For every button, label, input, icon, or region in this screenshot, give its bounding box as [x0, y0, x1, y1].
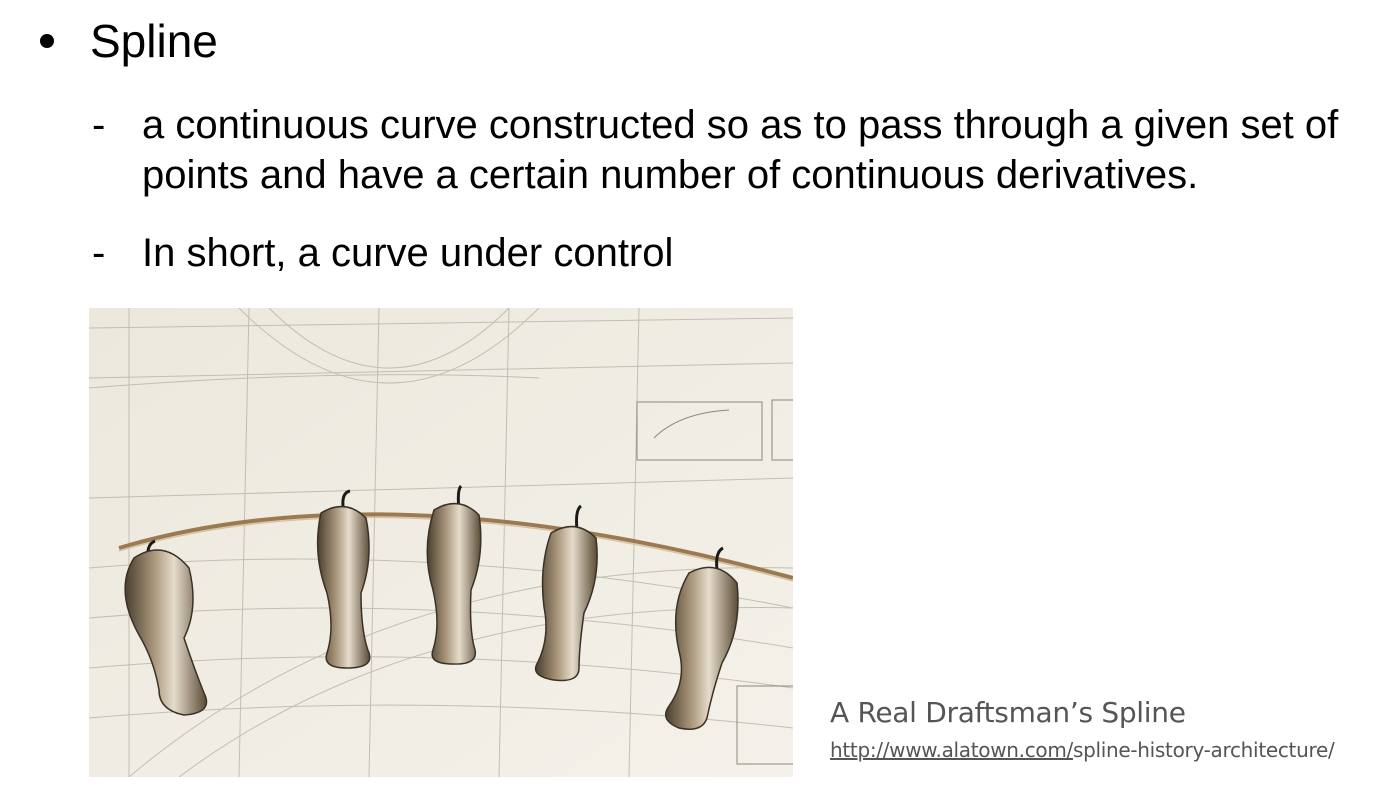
draftsman-spline-photo: [89, 308, 793, 777]
dash-marker: -: [92, 103, 106, 147]
source-link[interactable]: http://www.alatown.com/spline-history-ar…: [830, 738, 1335, 762]
figure-caption: A Real Draftsman’s Spline: [830, 696, 1186, 729]
slide-title: Spline: [90, 15, 218, 67]
sub-point-definition: a continuous curve constructed so as to …: [142, 103, 1339, 197]
dash-marker: -: [92, 231, 106, 275]
bullet-dot: [40, 34, 54, 48]
source-link-path: spline-history-architecture/: [1072, 738, 1335, 762]
sub-point-summary: In short, a curve under control: [142, 231, 674, 275]
source-link-domain[interactable]: http://www.alatown.com/: [830, 738, 1073, 762]
